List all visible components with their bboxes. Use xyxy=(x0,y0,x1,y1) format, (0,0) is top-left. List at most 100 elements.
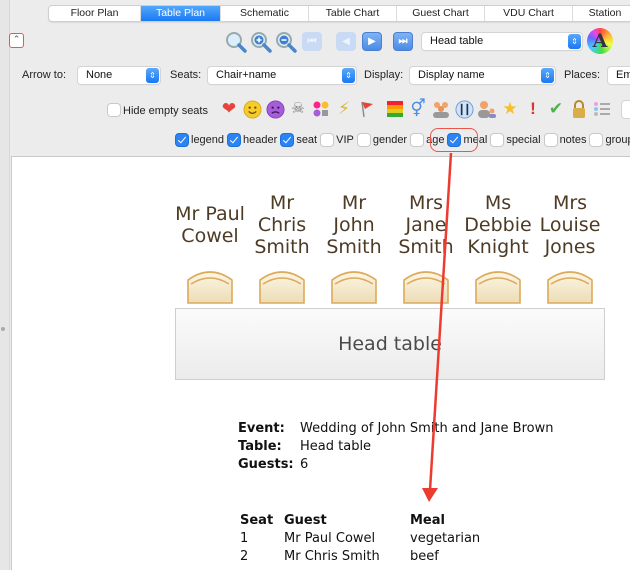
last-table-button[interactable]: ⏭ xyxy=(393,32,413,51)
zoom-in-button[interactable] xyxy=(249,30,273,54)
meal-cell: vegetarian xyxy=(410,531,481,546)
checkbox-box[interactable] xyxy=(411,134,424,146)
tab-station[interactable]: Station xyxy=(573,6,630,21)
chair-icon[interactable] xyxy=(473,266,523,304)
zoom-fit-button[interactable] xyxy=(224,30,248,54)
guest-name-line: Jones xyxy=(544,236,596,258)
field-seat-checkbox[interactable]: seat xyxy=(281,134,317,146)
field-gender-checkbox[interactable]: gender xyxy=(357,134,407,146)
adult-child-icon[interactable] xyxy=(476,98,498,120)
guest-name[interactable]: Mrs Jane Smith xyxy=(390,192,462,258)
seats-value: Chair+name xyxy=(216,69,277,81)
checkbox-box[interactable] xyxy=(590,134,603,146)
seat-table-header: Seat Guest Meal xyxy=(240,512,480,530)
places-select[interactable]: Em xyxy=(608,67,630,84)
hide-empty-seats-box[interactable] xyxy=(108,104,120,116)
field-group-checkbox[interactable]: group xyxy=(590,134,630,146)
group-icon[interactable] xyxy=(430,98,452,120)
arrow-to-label: Arrow to: xyxy=(22,69,67,81)
exclamation-icon[interactable]: ! xyxy=(522,98,544,120)
tab-schematic[interactable]: Schematic xyxy=(221,6,309,21)
guest-name-line: Mr xyxy=(269,192,295,214)
guest-cell: Guest xyxy=(284,513,327,528)
display-select[interactable]: Display name ⇕ xyxy=(410,67,555,84)
guest-name-line: Cowel xyxy=(181,225,239,247)
star-icon[interactable]: ★ xyxy=(499,98,521,120)
chair-icon[interactable] xyxy=(257,266,307,304)
guest-name[interactable]: Mr Chris Smith xyxy=(246,192,318,258)
sad-face-icon[interactable] xyxy=(264,98,286,120)
checkbox-box[interactable] xyxy=(357,134,370,146)
tab-vdu-chart[interactable]: VDU Chart xyxy=(485,6,573,21)
skull-icon[interactable]: ☠ xyxy=(287,98,309,120)
checkbox-box[interactable] xyxy=(281,134,294,146)
guest-name[interactable]: Ms Debbie Knight xyxy=(462,192,534,258)
checkbox-box[interactable] xyxy=(176,134,188,146)
guest-name[interactable]: Mr Paul Cowel xyxy=(174,203,246,247)
field-vip-checkbox[interactable]: VIP xyxy=(321,134,354,146)
chair-icon[interactable] xyxy=(329,266,379,304)
table-label: Head table xyxy=(338,333,442,355)
guest-name-line: Mr Paul xyxy=(175,203,245,225)
arrow-to-select[interactable]: None ⇕ xyxy=(78,67,160,84)
symbol-toolbar-left: ❤ ☠ ⚡ xyxy=(218,98,379,120)
checkbox-box[interactable] xyxy=(321,134,334,146)
next-table-button[interactable]: ▶ xyxy=(362,32,382,51)
field-notes-checkbox[interactable]: notes xyxy=(544,134,587,146)
happy-face-icon[interactable] xyxy=(241,98,263,120)
tab-guest-chart[interactable]: Guest Chart xyxy=(397,6,485,21)
guest-name[interactable]: Mr John Smith xyxy=(318,192,390,258)
guest-name-line: Smith xyxy=(326,236,382,258)
field-label: legend xyxy=(191,134,225,146)
zoom-out-button[interactable] xyxy=(274,30,298,54)
field-label: seat xyxy=(296,134,318,146)
flag-icon[interactable] xyxy=(356,98,378,120)
seats-select[interactable]: Chair+name ⇕ xyxy=(208,67,356,84)
field-special-checkbox[interactable]: special xyxy=(491,134,541,146)
lightning-icon[interactable]: ⚡ xyxy=(333,98,355,120)
tab-table-plan[interactable]: Table Plan xyxy=(141,6,221,21)
guest-cell: Mr Chris Smith xyxy=(284,549,380,564)
table-select[interactable]: Head table ⇕ xyxy=(422,33,582,50)
next-icon: ▶ xyxy=(368,36,376,47)
list-icon[interactable] xyxy=(591,98,613,120)
table-label: Table: xyxy=(238,439,282,454)
field-header-checkbox[interactable]: header xyxy=(228,134,277,146)
guest-name-line: John xyxy=(333,214,375,236)
view-tab-bar: Floor Plan Table Plan Schematic Table Chart… xyxy=(48,5,630,22)
heart-icon[interactable]: ❤ xyxy=(218,98,240,120)
meal-icon[interactable] xyxy=(453,98,475,120)
chair-icon[interactable] xyxy=(545,266,595,304)
places-value: Em xyxy=(616,69,630,81)
checkbox-box[interactable] xyxy=(544,134,557,146)
checkbox-box[interactable] xyxy=(491,134,504,146)
zoom-out-icon xyxy=(276,32,297,53)
checkbox-box[interactable] xyxy=(228,134,241,146)
gender-icon[interactable]: ⚥ xyxy=(407,98,429,120)
tab-floor-plan[interactable]: Floor Plan xyxy=(49,6,141,21)
color-bars-icon[interactable] xyxy=(384,98,406,120)
event-label: Event: xyxy=(238,421,285,436)
seat-cell: 2 xyxy=(240,549,249,564)
guest-name-line: Jane xyxy=(405,214,447,236)
hide-empty-seats-checkbox[interactable]: Hide empty seats xyxy=(108,104,208,117)
previous-table-button[interactable]: ◀ xyxy=(336,32,356,51)
app-logo-icon[interactable]: A xyxy=(587,28,613,54)
collapse-toolbar-button[interactable]: ⌃ xyxy=(9,33,24,48)
arrow-to-value: None xyxy=(86,69,113,81)
resize-handle[interactable] xyxy=(1,327,5,331)
field-label: notes xyxy=(559,134,587,146)
first-table-button[interactable]: ⏮ xyxy=(302,32,322,51)
lock-icon[interactable] xyxy=(568,98,590,120)
field-legend-checkbox[interactable]: legend xyxy=(176,134,224,146)
logo-letter: A xyxy=(592,29,608,52)
head-table[interactable]: Head table xyxy=(175,308,605,380)
chair-icon[interactable] xyxy=(401,266,451,304)
guest-name[interactable]: Mrs Louise Jones xyxy=(534,192,606,258)
seat-cell: Seat xyxy=(240,513,274,528)
chair-icon[interactable] xyxy=(185,266,235,304)
tab-table-chart[interactable]: Table Chart xyxy=(309,6,397,21)
checkmark-icon[interactable]: ✔ xyxy=(545,98,567,120)
mixed-symbols-icon[interactable] xyxy=(310,98,332,120)
search-field-partial[interactable] xyxy=(622,101,630,118)
